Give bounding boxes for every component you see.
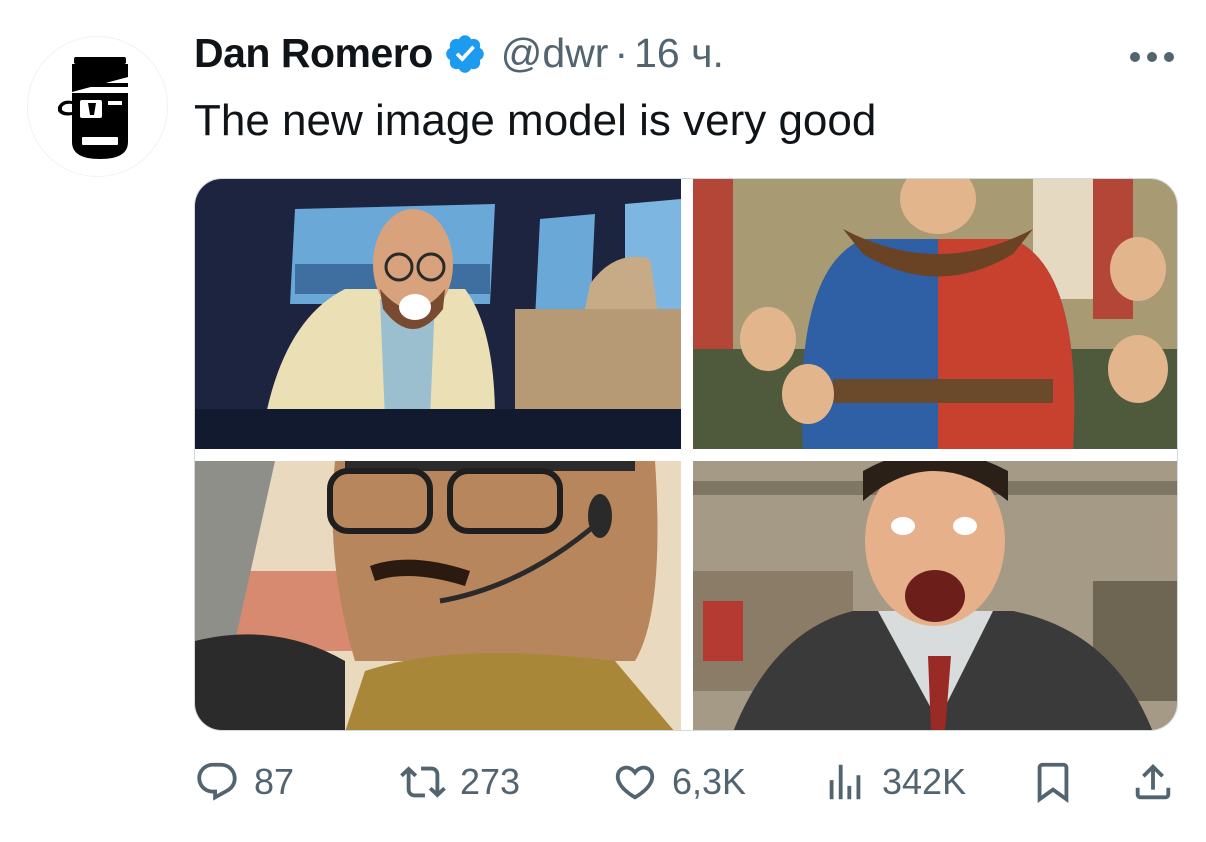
cartoon-bald-man-shouting-in-car-image [195, 179, 681, 449]
share-icon [1135, 763, 1171, 800]
heart-icon [615, 765, 655, 800]
media-image-4[interactable] [693, 461, 1177, 730]
like-button[interactable]: 6,3K [612, 757, 746, 807]
cartoon-man-with-headset-driving-image [195, 461, 681, 730]
media-image-3[interactable] [195, 461, 681, 730]
repost-count: 273 [460, 761, 521, 802]
bookmark-icon [1037, 762, 1069, 803]
tweet-timestamp[interactable]: 16 ч. [634, 30, 724, 77]
tweet-header: Dan Romero @dwr · 16 ч. [194, 30, 724, 77]
views-button[interactable]: 342K [822, 757, 966, 807]
views-count: 342K [882, 761, 967, 802]
views-chart-icon [829, 764, 861, 800]
author-name[interactable]: Dan Romero [194, 30, 433, 77]
separator-dot: · [614, 30, 629, 76]
tweet-text: The new image model is very good [194, 96, 877, 145]
media-grid [194, 178, 1178, 731]
share-button[interactable] [1130, 757, 1176, 807]
media-image-2[interactable] [693, 179, 1177, 449]
author-handle[interactable]: @dwr [501, 30, 609, 77]
reply-count: 87 [254, 761, 295, 802]
like-count: 6,3K [672, 761, 747, 802]
tweet-action-bar: 87 273 6,3K 342K [194, 757, 1178, 807]
reply-button[interactable]: 87 [194, 757, 294, 807]
reply-icon [197, 762, 237, 801]
repost-button[interactable]: 273 [400, 757, 520, 807]
pirate-head-avatar-icon [58, 57, 128, 159]
cartoon-man-in-suit-shouting-image [693, 461, 1177, 730]
media-image-1[interactable] [195, 179, 681, 449]
verified-badge-icon[interactable] [443, 32, 487, 76]
repost-icon [400, 766, 446, 798]
more-options-icon[interactable] [1128, 50, 1176, 64]
bookmark-button[interactable] [1030, 757, 1076, 807]
cartoon-knight-crowd-cheering-image [693, 179, 1177, 449]
author-avatar[interactable] [27, 36, 168, 177]
